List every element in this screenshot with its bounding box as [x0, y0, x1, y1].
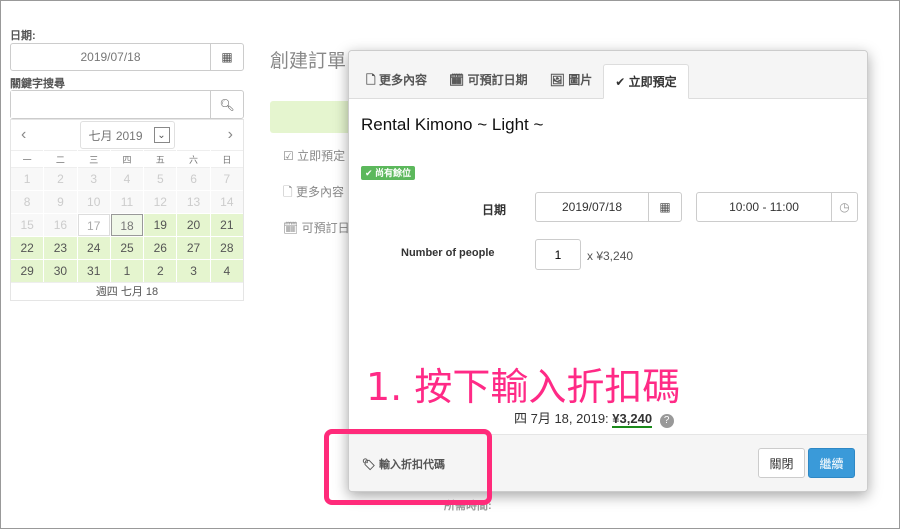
tab-available-dates[interactable]: 🗓 可預訂日期	[438, 63, 539, 98]
tab-book-now[interactable]: ✔ 立即預定	[603, 64, 689, 99]
calendar-day[interactable]: 3	[77, 168, 110, 190]
calendar-day[interactable]: 27	[177, 237, 210, 259]
booking-modal: 🗋 更多內容 🗓 可預訂日期 🖼 圖片 ✔ 立即預定 Rental Kimono…	[348, 50, 868, 492]
calendar-day[interactable]: 24	[77, 237, 110, 259]
calendar-icon: 🗓	[449, 73, 465, 87]
calendar-day[interactable]: 2	[44, 168, 77, 190]
bg-item-label: 更多內容	[295, 185, 344, 199]
date-label: 日期:	[10, 30, 36, 42]
availability-badge: ✔ 尚有餘位	[361, 166, 416, 180]
annotation-highlight-box	[324, 429, 492, 505]
tab-label: 立即預定	[628, 75, 677, 89]
modal-date-input[interactable]: 2019/07/18 ▦	[535, 192, 682, 222]
month-value: 七月 2019	[88, 128, 143, 143]
image-icon: 🖼	[549, 73, 565, 87]
calendar-day[interactable]: 9	[44, 191, 77, 213]
calendar-day[interactable]: 7	[210, 168, 243, 190]
calendar-day[interactable]: 29	[11, 260, 44, 282]
calendar-day[interactable]: 4	[110, 168, 144, 190]
keyword-label: 關鍵字搜尋	[10, 78, 65, 90]
month-select[interactable]: 七月 2019 ⌄	[79, 121, 175, 149]
modal-date-value: 2019/07/18	[561, 200, 623, 214]
modal-date-label: 日期	[482, 203, 507, 217]
time-value: 10:00 - 11:00	[729, 200, 799, 214]
calendar-icon[interactable]: ▦	[210, 44, 243, 70]
calendar-day[interactable]: 10	[77, 191, 110, 213]
file-icon: 🗋	[366, 73, 376, 87]
calendar-day[interactable]: 30	[44, 260, 77, 282]
calendar-day[interactable]: 20	[177, 214, 210, 236]
calendar-day[interactable]: 21	[210, 214, 243, 236]
calendar-day[interactable]: 3	[177, 260, 210, 282]
weekday-header: 四	[110, 150, 144, 168]
calendar-day[interactable]: 5	[144, 168, 177, 190]
weekday-header: 二	[44, 150, 77, 168]
weekday-header: 日	[210, 150, 243, 168]
calendar-day[interactable]: 28	[210, 237, 243, 259]
chevron-down-icon[interactable]: ⌄	[153, 127, 170, 143]
calendar-day[interactable]: 11	[110, 191, 144, 213]
tab-images[interactable]: 🖼 圖片	[539, 63, 604, 98]
annotation-text: 1. 按下輸入折扣碼	[366, 365, 681, 409]
calendar-day[interactable]: 4	[210, 260, 243, 282]
prev-month-icon[interactable]: ‹	[21, 126, 26, 144]
price-summary: 四 7月 18, 2019: ¥3,240 ?	[514, 408, 674, 428]
tab-more-info[interactable]: 🗋 更多內容	[355, 63, 438, 98]
modal-tabs: 🗋 更多內容 🗓 可預訂日期 🖼 圖片 ✔ 立即預定	[349, 51, 867, 99]
bg-item-book[interactable]: ☑ 立即預定	[283, 147, 345, 164]
calendar-day[interactable]: 8	[11, 191, 44, 213]
people-input[interactable]	[535, 239, 581, 270]
summary-date: 四 7月 18, 2019:	[514, 411, 609, 426]
check-icon: ✔	[615, 75, 626, 89]
keyword-search[interactable]: 🔍︎	[10, 90, 244, 119]
weekday-header: 三	[77, 150, 110, 168]
tab-label: 可預訂日期	[467, 73, 528, 87]
date-input[interactable]: 2019/07/18 ▦	[10, 43, 244, 71]
calendar-day[interactable]: 23	[44, 237, 77, 259]
clock-icon[interactable]: ◷	[831, 193, 857, 221]
page-title: 創建訂單	[270, 51, 347, 72]
calendar-day[interactable]: 14	[210, 191, 243, 213]
calendar-icon[interactable]: ▦	[648, 193, 681, 221]
calendar-day[interactable]: 31	[77, 260, 110, 282]
calendar-day[interactable]: 15	[11, 214, 44, 236]
calendar-day[interactable]: 26	[144, 237, 177, 259]
calendar-day[interactable]: 13	[177, 191, 210, 213]
search-icon[interactable]: 🔍︎	[210, 91, 243, 118]
tab-label: 更多內容	[379, 73, 428, 87]
weekday-header: 五	[144, 150, 177, 168]
close-button[interactable]: 關閉	[758, 448, 805, 478]
keyword-input[interactable]	[11, 91, 210, 118]
calendar-day[interactable]: 25	[110, 237, 144, 259]
bg-item-label: 立即預定	[297, 149, 346, 163]
calendar-day[interactable]: 18	[110, 214, 144, 236]
weekday-header: 六	[177, 150, 210, 168]
help-icon[interactable]: ?	[659, 414, 674, 428]
tab-label: 圖片	[568, 73, 593, 87]
calendar-footer: 週四 七月 18	[11, 282, 243, 300]
calendar-day[interactable]: 16	[44, 214, 77, 236]
badge-text: 尚有餘位	[375, 168, 412, 178]
date-value: 2019/07/18	[80, 50, 141, 64]
bg-item-more[interactable]: 🗋 更多內容	[283, 183, 344, 204]
calendar-day[interactable]: 2	[144, 260, 177, 282]
calendar-day[interactable]: 1	[11, 168, 44, 190]
people-label: Number of people	[401, 247, 495, 259]
calendar-day[interactable]: 12	[144, 191, 177, 213]
calendar-day[interactable]: 17	[77, 214, 110, 236]
unit-price: x ¥3,240	[587, 249, 634, 263]
product-title: Rental Kimono ~ Light ~	[361, 115, 544, 134]
total-price: ¥3,240	[612, 411, 653, 428]
next-month-icon[interactable]: ›	[228, 126, 233, 144]
weekday-header: 一	[11, 150, 44, 168]
calendar-day[interactable]: 19	[144, 214, 177, 236]
calendar-day[interactable]: 22	[11, 237, 44, 259]
calendar: ‹ 七月 2019 ⌄ › 一二三四五六日 1 2 3 4 5 6 7 8 9 10 11 12 13 14…	[10, 119, 244, 301]
calendar-day[interactable]: 1	[110, 260, 144, 282]
time-select[interactable]: 10:00 - 11:00 ◷	[696, 192, 858, 222]
calendar-day[interactable]: 6	[177, 168, 210, 190]
continue-button[interactable]: 繼續	[808, 448, 855, 478]
